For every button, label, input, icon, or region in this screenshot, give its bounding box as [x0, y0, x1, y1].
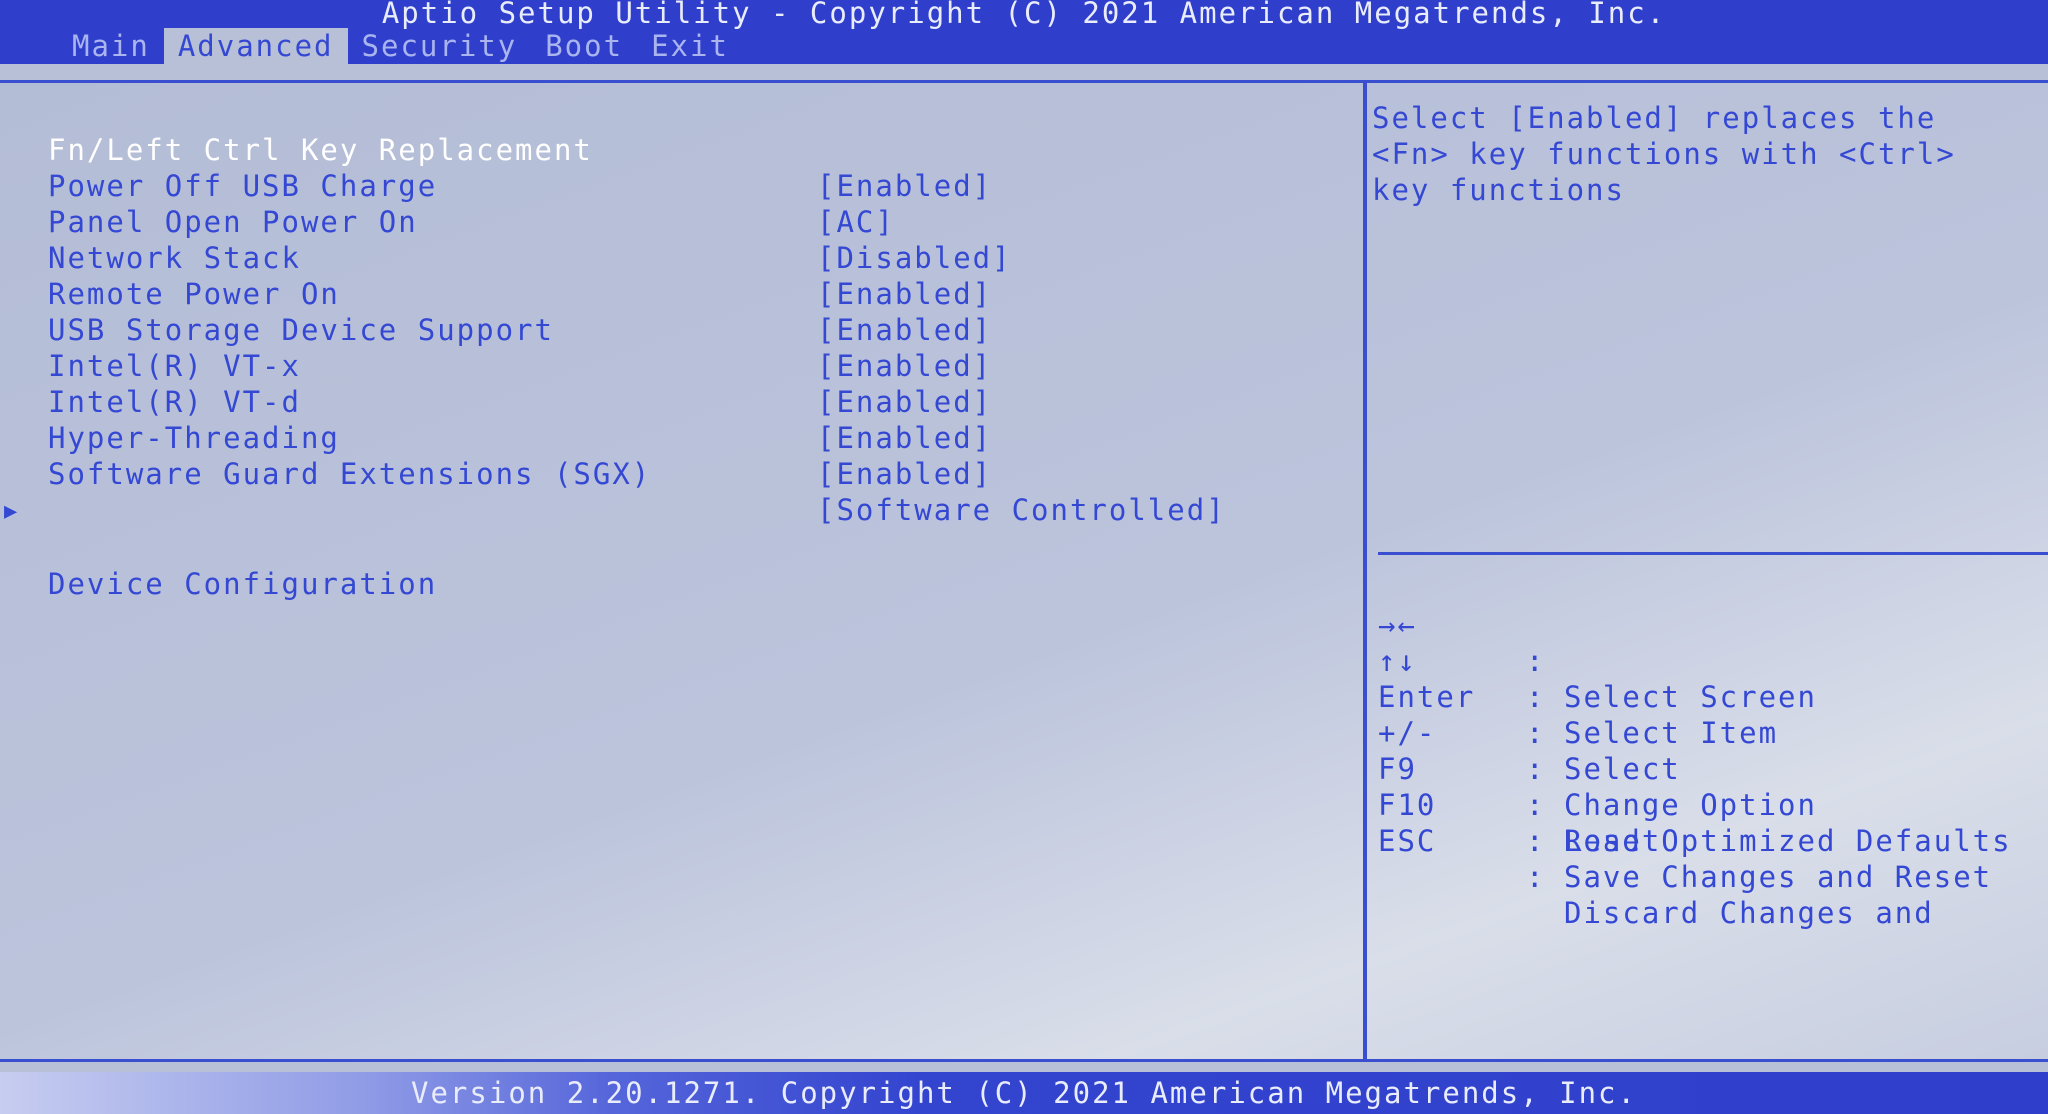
key-separator: : [1526, 824, 1546, 858]
submenu-device-configuration[interactable]: ▶ Device Configuration [0, 494, 435, 601]
key-legend: →← : Select Screen ↑↓ : Select Item Ente… [1378, 571, 2048, 930]
tab-advanced[interactable]: Advanced [163, 28, 348, 64]
setting-power-off-usb-charge[interactable]: Power Off USB Charge [AC] [0, 132, 1360, 239]
key-separator: : [1526, 860, 1546, 894]
setting-value[interactable]: [Software Controlled] [817, 492, 1226, 528]
tab-boot[interactable]: Boot [531, 28, 637, 64]
tab-security[interactable]: Security [348, 28, 532, 64]
setting-label: Software Guard Extensions (SGX) [48, 457, 652, 491]
key-name: ESC [1378, 824, 1437, 858]
app-title: Aptio Setup Utility - Copyright (C) 2021… [381, 0, 1667, 30]
setting-vt-x[interactable]: Intel(R) VT-x [Enabled] [0, 312, 1360, 419]
tab-main[interactable]: Main [58, 28, 164, 64]
key-description-continued: Reset [1564, 824, 1662, 858]
key-description: Save Changes and Reset [1564, 860, 1993, 894]
settings-list: Fn/Left Ctrl Key Replacement [Enabled] P… [0, 96, 1360, 527]
title-bar: Aptio Setup Utility - Copyright (C) 2021… [0, 0, 2048, 64]
setting-panel-open-power-on[interactable]: Panel Open Power On [Disabled] [0, 168, 1360, 275]
setting-sgx[interactable]: Software Guard Extensions (SGX) [Softwar… [0, 420, 1360, 527]
setting-value[interactable]: [Enabled] [817, 456, 992, 492]
footer-bar: Version 2.20.1271. Copyright (C) 2021 Am… [0, 1072, 2048, 1114]
key-legend-item: F10 : Save Changes and Reset [1378, 751, 2048, 894]
tab-exit[interactable]: Exit [637, 28, 743, 64]
help-text: Select [Enabled] replaces the <Fn> key f… [1372, 101, 1956, 207]
key-legend-item: Enter : Select [1378, 643, 2048, 786]
help-divider [1378, 552, 2048, 555]
submenu-arrow-icon: ▶ [4, 499, 20, 524]
version-text: Version 2.20.1271. Copyright (C) 2021 Am… [411, 1076, 1637, 1110]
key-legend-item: +/- : Change Option [1378, 679, 2048, 822]
key-legend-item: ↑↓ : Select Item [1378, 607, 2048, 750]
panel-divider [1363, 83, 1367, 1059]
submenu-label: Device Configuration [48, 567, 438, 601]
key-legend-item: →← : Select Screen [1378, 571, 2048, 714]
setting-network-stack[interactable]: Network Stack [Enabled] [0, 204, 1360, 311]
key-legend-item: ESC : Discard Changes and Reset [1378, 787, 2048, 930]
key-legend-item: F9 : Load Optimized Defaults [1378, 715, 2048, 858]
setting-fn-ctrl-replacement[interactable]: Fn/Left Ctrl Key Replacement [Enabled] [0, 96, 1360, 203]
setting-vt-d[interactable]: Intel(R) VT-d [Enabled] [0, 348, 1360, 455]
tab-bar: Main Advanced Security Boot Exit [58, 28, 743, 64]
setting-hyper-threading[interactable]: Hyper-Threading [Enabled] [0, 384, 1360, 491]
setting-remote-power-on[interactable]: Remote Power On [Enabled] [0, 240, 1360, 347]
setting-usb-storage-support[interactable]: USB Storage Device Support [Enabled] [0, 276, 1360, 383]
key-description: Discard Changes and [1564, 896, 1934, 930]
